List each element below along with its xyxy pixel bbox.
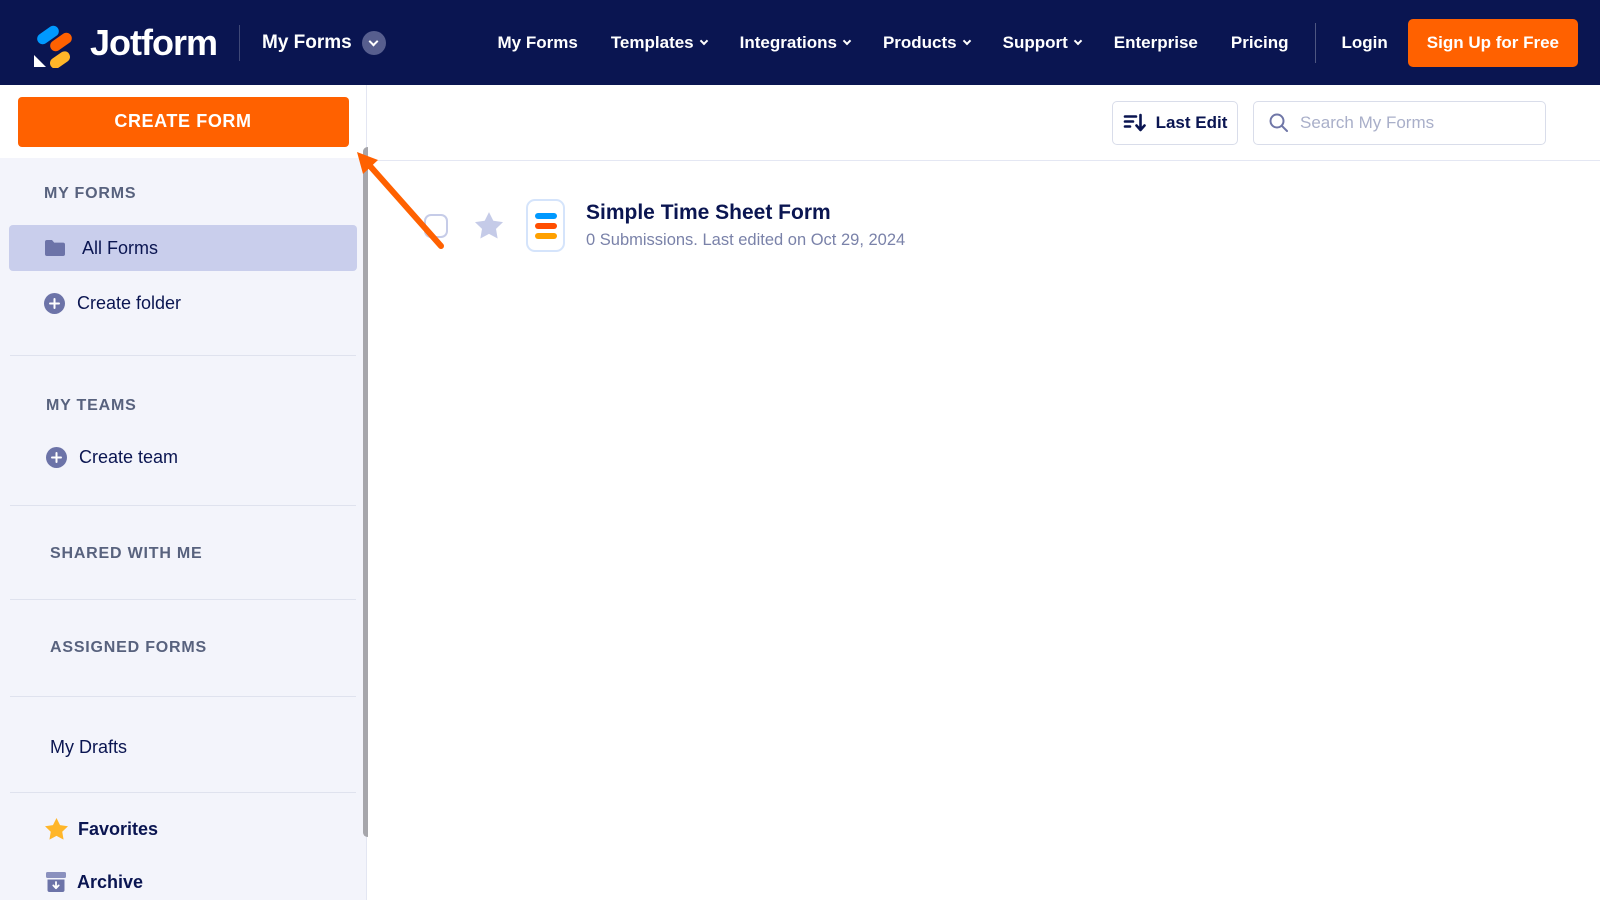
chevron-down-icon xyxy=(842,36,852,45)
chevron-down-icon xyxy=(962,36,971,45)
create-form-button[interactable]: CREATE FORM xyxy=(17,96,349,147)
nav-item-templates[interactable]: Templates xyxy=(610,32,708,53)
favorites-label: Favorites xyxy=(78,818,159,839)
plus-icon xyxy=(46,446,67,468)
main-nav: My Forms Templates Integrations Products… xyxy=(498,33,1289,53)
main-content: Last Edit Search My Forms Simple Time Sh… xyxy=(368,85,1600,900)
nav-label: Enterprise xyxy=(1113,32,1198,52)
sidebar: CREATE FORM MY FORMS All Forms Create fo… xyxy=(0,85,367,900)
nav-item-pricing[interactable]: Pricing xyxy=(1231,33,1289,53)
sidebar-divider xyxy=(10,792,356,793)
my-teams-section-header: MY TEAMS xyxy=(46,397,137,414)
sort-label: Last Edit xyxy=(1155,112,1228,132)
app-body: CREATE FORM MY FORMS All Forms Create fo… xyxy=(0,85,1600,900)
form-row-text: Simple Time Sheet Form 0 Submissions. La… xyxy=(586,201,905,250)
sidebar-divider xyxy=(10,599,356,600)
signup-button[interactable]: Sign Up for Free xyxy=(1407,18,1578,67)
chevron-down-icon xyxy=(368,36,379,46)
create-team-button[interactable]: Create team xyxy=(0,439,366,475)
form-icon-bar xyxy=(534,232,557,239)
form-thumbnail-icon[interactable] xyxy=(526,199,565,252)
sidebar-item-favorites[interactable]: Favorites xyxy=(0,815,366,843)
nav-label: Templates xyxy=(610,32,694,52)
archive-label: Archive xyxy=(77,871,144,892)
nav-item-enterprise[interactable]: Enterprise xyxy=(1114,33,1198,53)
nav-item-products[interactable]: Products xyxy=(882,32,971,53)
nav-label: Products xyxy=(882,32,957,52)
sidebar-item-label: All Forms xyxy=(82,237,158,258)
sidebar-divider xyxy=(10,505,356,506)
jotform-logo[interactable]: Jotform xyxy=(30,18,218,68)
login-link[interactable]: Login xyxy=(1342,33,1388,53)
workspace-switcher[interactable]: My Forms xyxy=(262,30,386,55)
nav-label: Support xyxy=(1002,32,1068,52)
jotform-logo-icon xyxy=(30,18,78,68)
search-input[interactable] xyxy=(1300,112,1545,133)
nav-label: Pricing xyxy=(1230,32,1289,52)
navbar-divider xyxy=(239,24,240,61)
folder-icon xyxy=(44,239,66,257)
sidebar-divider xyxy=(10,696,356,697)
star-icon[interactable] xyxy=(475,212,503,239)
search-box xyxy=(1253,100,1546,145)
top-navbar: Jotform My Forms My Forms Templates Inte… xyxy=(0,0,1600,85)
brand-wordmark: Jotform xyxy=(90,21,218,63)
form-title[interactable]: Simple Time Sheet Form xyxy=(586,201,905,225)
form-row-checkbox[interactable] xyxy=(424,213,448,238)
nav-label: My Forms xyxy=(497,32,578,52)
plus-icon xyxy=(44,292,65,314)
form-list-row[interactable]: Simple Time Sheet Form 0 Submissions. La… xyxy=(368,199,1600,252)
create-folder-label: Create folder xyxy=(77,292,182,313)
nav-item-integrations[interactable]: Integrations xyxy=(739,32,852,53)
assigned-forms-section-header[interactable]: ASSIGNED FORMS xyxy=(0,639,366,659)
sidebar-item-archive[interactable]: Archive xyxy=(0,868,366,896)
create-folder-button[interactable]: Create folder xyxy=(0,285,366,321)
sidebar-top-strip: CREATE FORM xyxy=(0,85,366,158)
sidebar-item-my-drafts[interactable]: My Drafts xyxy=(0,737,366,759)
form-icon-bar xyxy=(534,222,557,229)
workspace-chevron-badge[interactable] xyxy=(361,30,386,55)
sort-descending-icon xyxy=(1123,111,1146,135)
workspace-label: My Forms xyxy=(262,31,352,53)
list-toolbar: Last Edit xyxy=(368,85,1600,161)
sidebar-divider xyxy=(10,355,356,356)
search-icon xyxy=(1268,112,1289,133)
navbar-divider xyxy=(1314,22,1316,63)
nav-label: Integrations xyxy=(739,32,837,52)
chevron-down-icon xyxy=(699,36,708,45)
shared-with-me-section-header[interactable]: SHARED WITH ME xyxy=(0,545,366,565)
chevron-down-icon xyxy=(1073,36,1083,45)
sidebar-item-all-forms[interactable]: All Forms xyxy=(9,225,357,271)
my-forms-section-header: MY FORMS xyxy=(44,185,137,202)
archive-icon xyxy=(45,871,67,893)
star-icon xyxy=(45,818,68,840)
nav-item-my-forms[interactable]: My Forms xyxy=(498,33,578,53)
create-team-label: Create team xyxy=(79,446,179,467)
sort-button[interactable]: Last Edit xyxy=(1112,100,1238,145)
form-icon-bar xyxy=(534,212,557,219)
form-meta: 0 Submissions. Last edited on Oct 29, 20… xyxy=(586,231,906,249)
nav-item-support[interactable]: Support xyxy=(1002,32,1083,53)
